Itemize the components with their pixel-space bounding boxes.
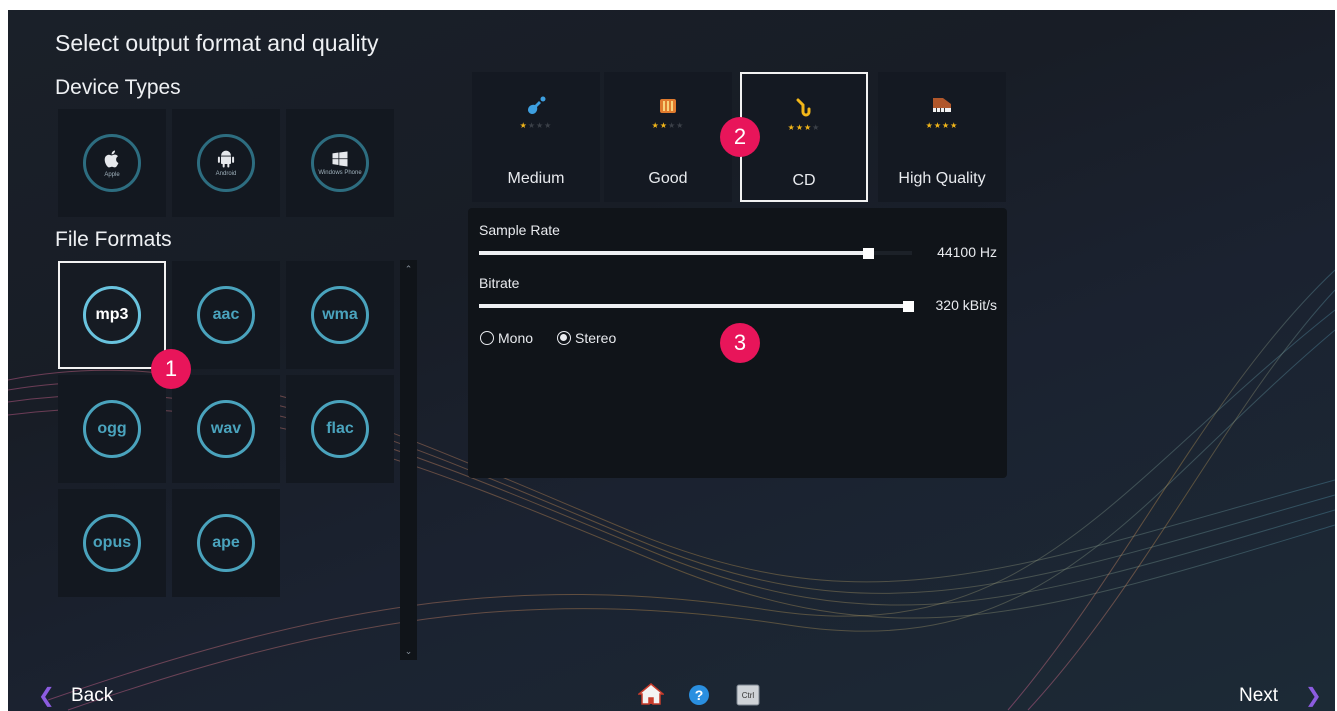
guitar-icon <box>472 96 600 116</box>
windows-icon-ring: Windows Phone <box>311 134 369 192</box>
bitrate-track-fill <box>479 304 913 308</box>
xylophone-icon <box>604 96 732 116</box>
device-label: Windows Phone <box>318 170 362 176</box>
saxophone-icon <box>742 98 866 118</box>
format-tile-wma[interactable]: wma <box>286 261 394 369</box>
rating-stars: ★★★★ <box>519 121 553 130</box>
callout-badge-2: 2 <box>720 117 760 157</box>
format-tile-mp3[interactable]: mp3 <box>58 261 166 369</box>
sample-rate-track-rest <box>874 251 912 255</box>
device-label: Apple <box>104 172 120 178</box>
chevron-right-icon[interactable]: ❯ <box>1305 683 1322 708</box>
svg-text:?: ? <box>695 687 704 703</box>
android-icon-ring: Android <box>197 134 255 192</box>
bitrate-value: 320 kBit/s <box>935 297 997 313</box>
quality-label: Good <box>648 170 688 187</box>
device-tile-apple[interactable]: Apple <box>58 109 166 217</box>
scroll-up-icon[interactable]: ⌃ <box>400 262 417 276</box>
quality-tile-medium[interactable]: ★★★★ Medium <box>472 72 600 202</box>
next-button[interactable]: Next <box>1239 685 1278 707</box>
quality-label: CD <box>792 172 816 189</box>
bitrate-slider-thumb[interactable] <box>903 301 914 312</box>
format-tile-wav[interactable]: wav <box>172 375 280 483</box>
rating-stars: ★★★★ <box>651 121 685 130</box>
format-label: opus <box>83 514 141 572</box>
app-window: Select output format and quality Device … <box>8 10 1335 711</box>
format-tile-opus[interactable]: opus <box>58 489 166 597</box>
sample-rate-track-fill <box>479 251 874 255</box>
format-label: flac <box>311 400 369 458</box>
device-tile-windows-phone[interactable]: Windows Phone <box>286 109 394 217</box>
device-label: Android <box>215 171 237 177</box>
mono-radio[interactable] <box>480 331 494 345</box>
back-button[interactable]: Back <box>71 685 113 707</box>
mono-label: Mono <box>498 330 534 346</box>
format-tile-ape[interactable]: ape <box>172 489 280 597</box>
format-label: aac <box>197 286 255 344</box>
section-heading-device-types: Device Types <box>55 76 181 99</box>
quality-label: Medium <box>507 170 565 187</box>
sample-rate-label: Sample Rate <box>479 222 560 238</box>
format-tile-flac[interactable]: flac <box>286 375 394 483</box>
format-list-scrollbar[interactable]: ⌃ ⌄ <box>400 260 417 660</box>
scroll-down-icon[interactable]: ⌄ <box>400 644 417 658</box>
ctrl-key-label: Ctrl <box>742 691 755 700</box>
page-title: Select output format and quality <box>55 30 379 56</box>
section-heading-file-formats: File Formats <box>55 228 172 251</box>
rating-stars: ★★★★ <box>787 123 821 132</box>
help-icon[interactable]: ? <box>688 684 710 711</box>
format-label: ogg <box>83 400 141 458</box>
callout-badge-1: 1 <box>151 349 191 389</box>
format-label: wma <box>311 286 369 344</box>
windows-icon <box>332 151 348 167</box>
quality-label: High Quality <box>898 170 986 187</box>
android-icon <box>217 150 235 168</box>
stereo-radio[interactable] <box>557 331 571 345</box>
format-tile-aac[interactable]: aac <box>172 261 280 369</box>
format-tile-ogg[interactable]: ogg <box>58 375 166 483</box>
device-tile-android[interactable]: Android <box>172 109 280 217</box>
sample-rate-slider-thumb[interactable] <box>863 248 874 259</box>
home-icon[interactable] <box>636 682 666 711</box>
quality-tile-high-quality[interactable]: ★★★★ High Quality <box>878 72 1006 202</box>
rating-stars: ★★★★ <box>925 121 959 130</box>
apple-icon <box>104 150 119 168</box>
sample-rate-value: 44100 Hz <box>937 244 997 260</box>
callout-badge-3: 3 <box>720 323 760 363</box>
apple-icon-ring: Apple <box>83 134 141 192</box>
bitrate-label: Bitrate <box>479 275 520 291</box>
chevron-left-icon[interactable]: ❮ <box>38 683 55 708</box>
format-label: wav <box>197 400 255 458</box>
ctrl-key-icon[interactable]: Ctrl <box>736 684 760 711</box>
piano-icon <box>878 96 1006 116</box>
format-label: ape <box>197 514 255 572</box>
stereo-label: Stereo <box>575 330 617 346</box>
format-label: mp3 <box>83 286 141 344</box>
quality-tile-good[interactable]: ★★★★ Good <box>604 72 732 202</box>
